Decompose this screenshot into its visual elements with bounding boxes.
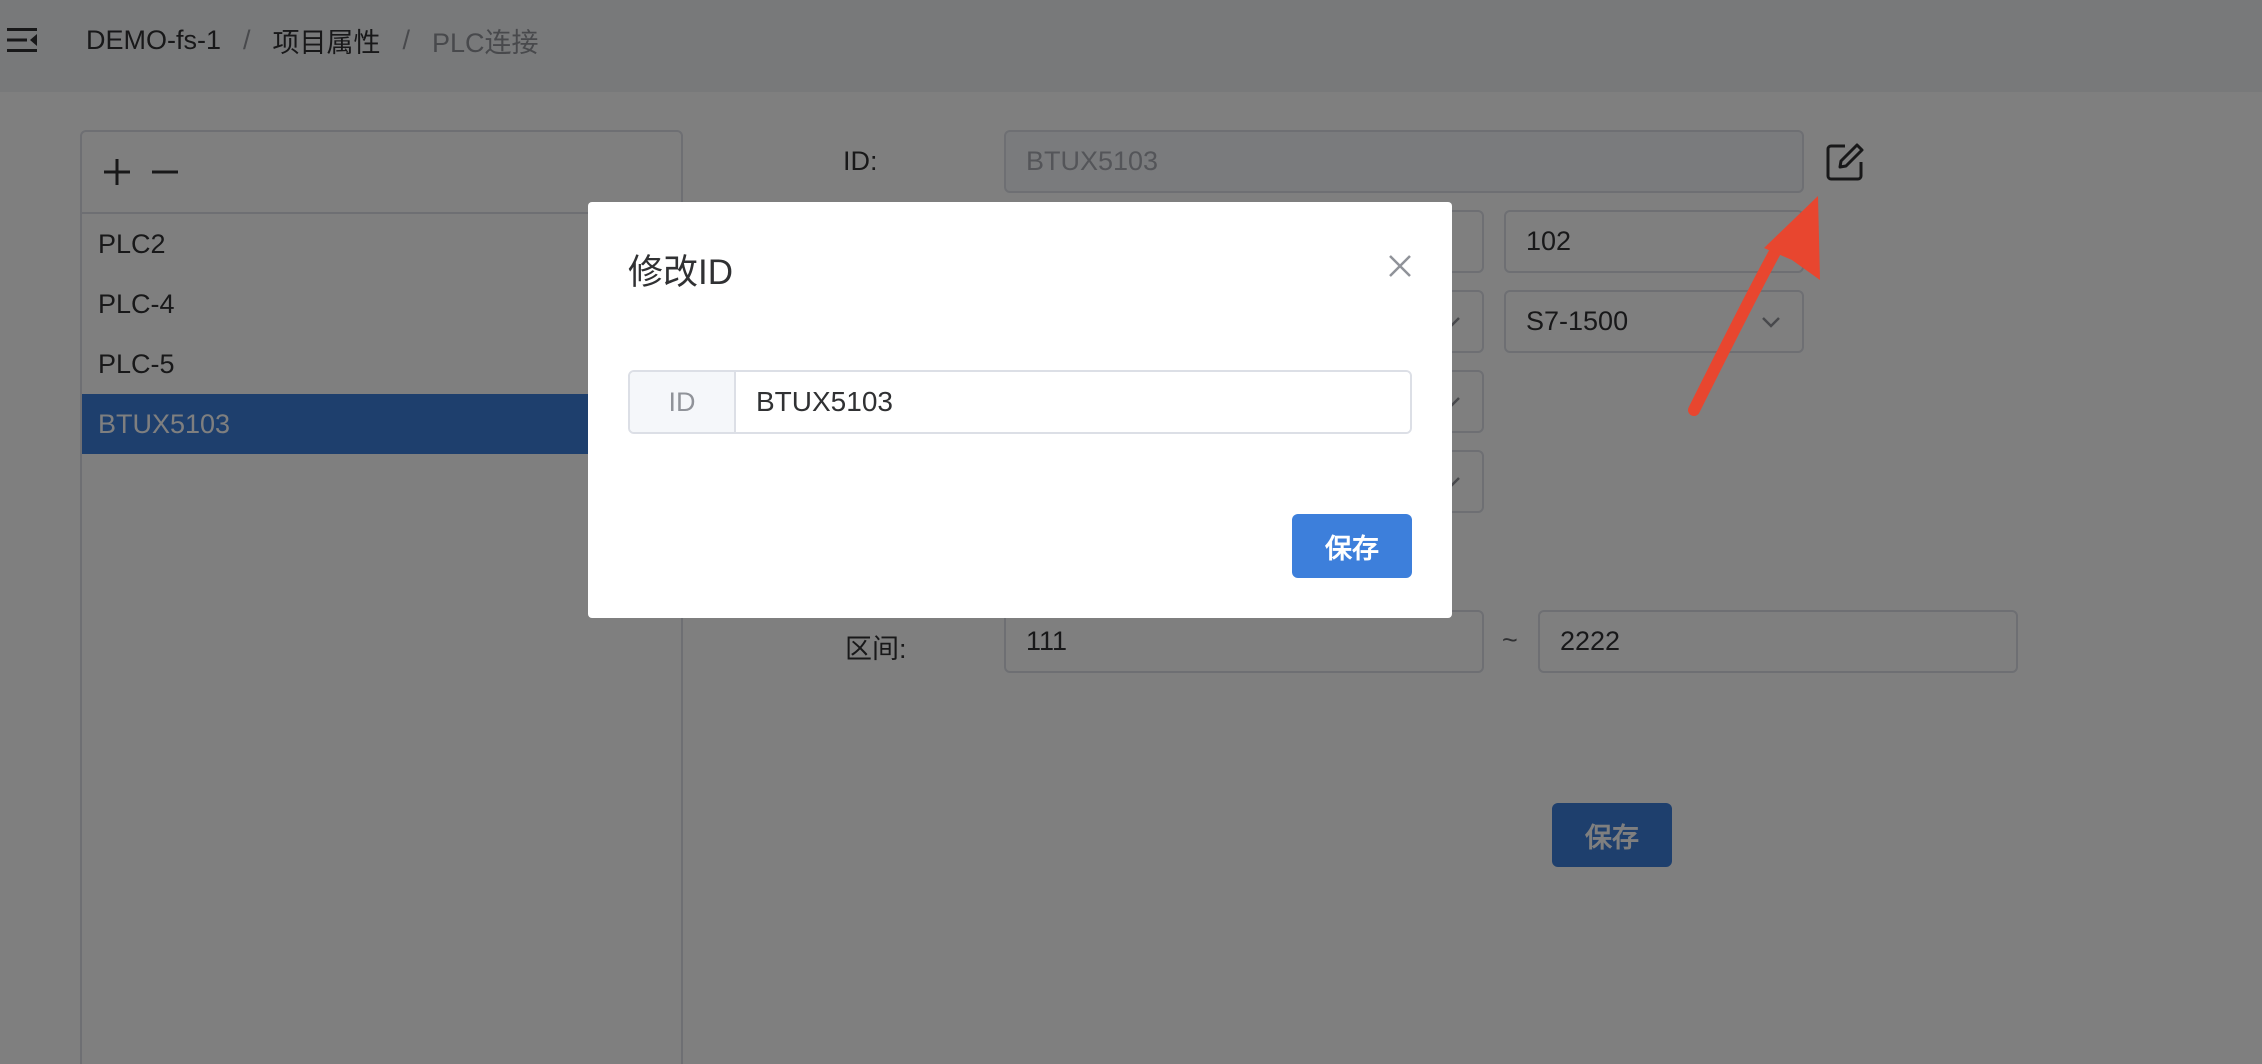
dialog-id-input-group: ID [628,370,1412,434]
close-icon[interactable] [1384,250,1416,282]
edit-id-dialog: 修改ID ID 保存 [588,202,1452,618]
dialog-save-button[interactable]: 保存 [1292,514,1412,578]
dialog-id-input[interactable] [736,372,1410,432]
annotation-arrow-icon [1688,196,1820,416]
dialog-title: 修改ID [628,253,734,292]
dialog-id-prefix: ID [630,372,736,432]
